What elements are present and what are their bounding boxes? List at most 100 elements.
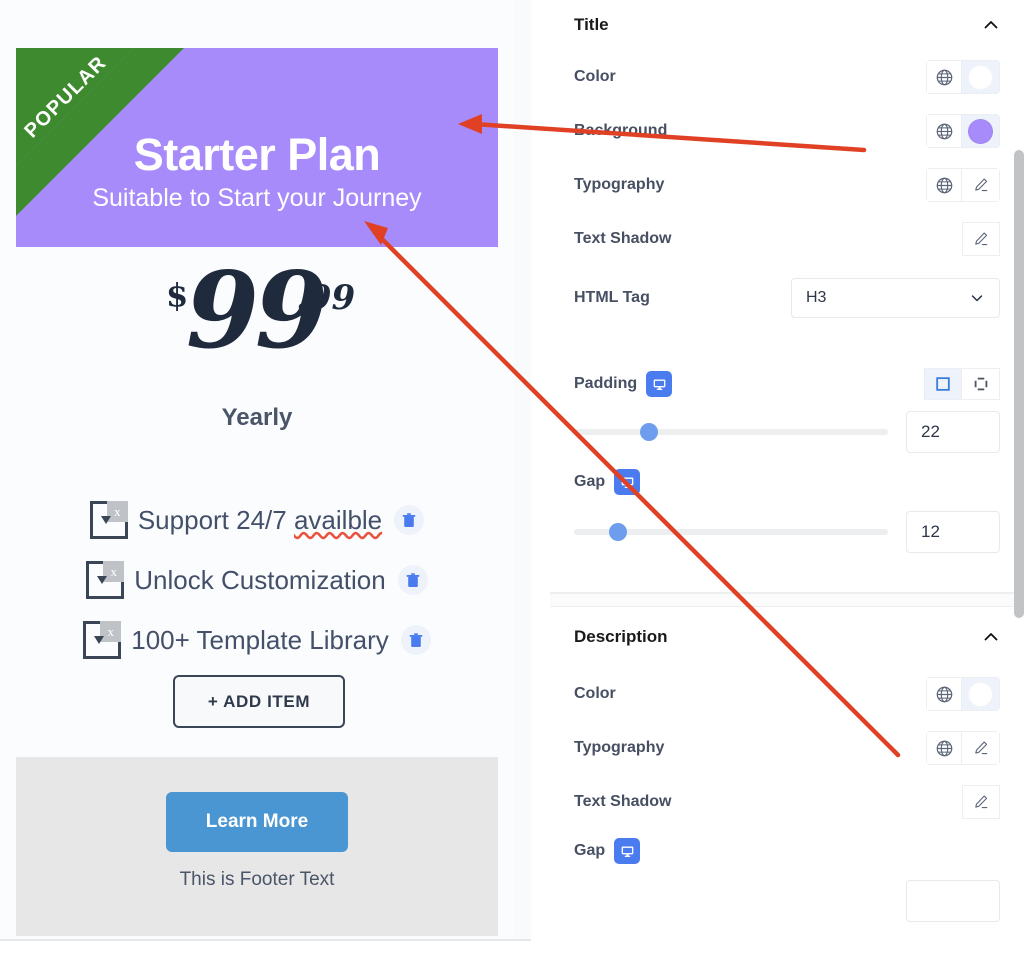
- broken-image-icon: x: [89, 501, 128, 539]
- row-padding: Padding: [550, 364, 1024, 404]
- row-description-text-shadow: Text Shadow: [550, 775, 1024, 829]
- row-label: Gap: [574, 473, 606, 490]
- row-label: Gap: [574, 842, 606, 859]
- pencil-icon-glyph: [975, 232, 988, 246]
- description-gap-value-input[interactable]: [906, 880, 1000, 922]
- row-description-color: Color: [550, 667, 1024, 721]
- pricing-card-widget[interactable]: POPULAR Starter Plan Suitable to Start y…: [0, 0, 514, 939]
- chevron-up-icon[interactable]: [982, 628, 1000, 646]
- broken-image-marker: [97, 576, 108, 584]
- learn-more-button[interactable]: Learn More: [166, 792, 348, 852]
- feature-label: 100+ Template Library: [131, 624, 389, 655]
- padding-slider-row: 22: [550, 404, 1024, 460]
- row-label: Color: [574, 68, 616, 85]
- gap-value-input[interactable]: 12: [906, 511, 1000, 553]
- color-swatch: [968, 681, 993, 707]
- price-fraction: .99: [296, 278, 356, 318]
- text-shadow-edit-icon[interactable]: [962, 222, 1000, 256]
- pricing-card-header[interactable]: POPULAR Starter Plan Suitable to Start y…: [16, 48, 498, 247]
- gap-slider[interactable]: [574, 523, 888, 541]
- pencil-icon-glyph: [975, 795, 988, 809]
- link-values-icon[interactable]: [924, 368, 962, 400]
- section-header-description[interactable]: Description: [550, 607, 1024, 667]
- padding-label-group: Padding: [574, 371, 673, 397]
- desktop-icon[interactable]: [614, 838, 641, 864]
- row-label: Text Shadow: [574, 793, 672, 810]
- broken-image-marker: [100, 516, 111, 524]
- globe-icon-glyph: [936, 177, 952, 193]
- html-tag-select[interactable]: H3: [791, 278, 1000, 318]
- row-description-gap: Gap: [550, 829, 1024, 873]
- desktop-icon[interactable]: [614, 469, 641, 495]
- settings-panel: Title Color Background Typography Text S…: [550, 0, 1024, 955]
- desktop-icon-glyph: [621, 477, 633, 488]
- desktop-icon[interactable]: [646, 371, 673, 397]
- preview-canvas: POPULAR Starter Plan Suitable to Start y…: [0, 0, 531, 939]
- row-title-typography: Typography: [550, 158, 1024, 212]
- footer-text: This is Footer Text: [179, 869, 335, 890]
- background-control: [926, 114, 1000, 148]
- feature-label: Support 24/7 availble: [137, 504, 383, 535]
- row-label: Typography: [574, 176, 665, 193]
- globe-icon[interactable]: [926, 731, 962, 765]
- edit-pencil-icon[interactable]: [962, 168, 1000, 202]
- color-control: [926, 60, 1000, 94]
- link-values-icon-glyph: [936, 377, 950, 391]
- globe-icon[interactable]: [926, 677, 962, 711]
- broken-image-marker: [94, 636, 105, 644]
- trash-icon[interactable]: [394, 505, 425, 535]
- list-item[interactable]: x Support 24/7 availble: [0, 490, 514, 550]
- globe-icon-glyph: [936, 123, 952, 139]
- globe-icon[interactable]: [926, 114, 962, 148]
- edit-pencil-icon[interactable]: [962, 731, 1000, 765]
- unlink-values-icon[interactable]: [962, 368, 1000, 400]
- html-tag-value: H3: [806, 289, 827, 306]
- color-swatch-button[interactable]: [962, 60, 1000, 94]
- color-swatch-button[interactable]: [962, 677, 1000, 711]
- section-header-title[interactable]: Title: [550, 0, 1024, 50]
- padding-slider[interactable]: [574, 423, 888, 441]
- price-currency: $: [166, 276, 189, 314]
- desktop-icon-glyph: [621, 846, 633, 857]
- list-item[interactable]: x 100+ Template Library: [0, 610, 514, 670]
- plan-title[interactable]: Starter Plan: [16, 132, 498, 177]
- padding-link-toggle-group: [924, 368, 1000, 400]
- padding-slider-thumb[interactable]: [640, 423, 659, 441]
- trash-icon[interactable]: [397, 565, 428, 595]
- gap-slider-thumb[interactable]: [608, 523, 627, 541]
- chevron-up-icon[interactable]: [982, 16, 1000, 34]
- trash-icon-glyph: [409, 632, 423, 647]
- text-shadow-edit-icon[interactable]: [962, 785, 1000, 819]
- globe-icon-glyph: [936, 686, 952, 702]
- trash-icon[interactable]: [400, 625, 431, 655]
- globe-icon[interactable]: [926, 60, 962, 94]
- pencil-icon-glyph: [974, 178, 987, 192]
- add-item-button[interactable]: + ADD ITEM: [173, 675, 345, 728]
- color-control: [926, 677, 1000, 711]
- chevron-down-icon: [971, 295, 983, 302]
- section-gap: [550, 593, 1024, 607]
- background-swatch-button[interactable]: [962, 114, 1000, 148]
- settings-scrollbar-thumb[interactable]: [1014, 150, 1024, 618]
- preview-bottom-edge: [0, 939, 531, 941]
- app-root: POPULAR Starter Plan Suitable to Start y…: [0, 0, 1024, 955]
- desktop-icon-glyph: [653, 379, 665, 390]
- gap-label-group: Gap: [574, 469, 641, 495]
- feature-label: Unlock Customization: [134, 564, 386, 595]
- unlink-values-icon-glyph: [974, 377, 987, 391]
- padding-value-input[interactable]: 22: [906, 411, 1000, 453]
- globe-icon-glyph: [936, 69, 952, 85]
- feature-list: x Support 24/7 availble x Unlock Customi…: [0, 490, 514, 670]
- row-label: Text Shadow: [574, 230, 672, 247]
- price-block[interactable]: $ 99 .99: [0, 248, 514, 372]
- typography-control: [926, 168, 1000, 202]
- typography-control: [926, 731, 1000, 765]
- row-label: HTML Tag: [574, 289, 650, 306]
- list-item[interactable]: x Unlock Customization: [0, 550, 514, 610]
- pricing-card-footer: Learn More This is Footer Text: [16, 757, 498, 936]
- plan-description[interactable]: Suitable to Start your Journey: [16, 180, 498, 218]
- globe-icon[interactable]: [926, 168, 962, 202]
- row-label: Background: [574, 122, 668, 139]
- gap-label-group: Gap: [574, 838, 641, 864]
